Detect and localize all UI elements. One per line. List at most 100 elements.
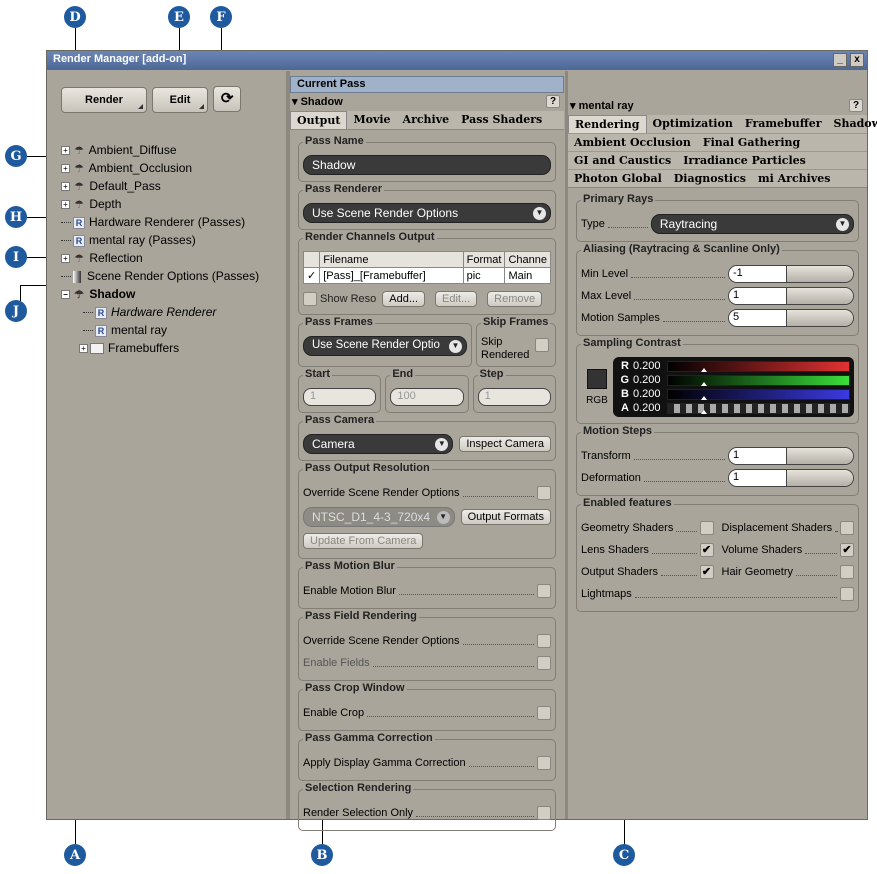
expand-icon[interactable]: + [61,254,70,264]
expand-icon[interactable]: + [61,164,70,174]
tree-item-hardware-renderer[interactable]: R Hardware Renderer [61,303,286,321]
pass-frames-select[interactable]: Use Scene Render Optio ▼ [303,336,467,356]
channel-value[interactable]: 0.200 [631,360,667,372]
expand-icon[interactable]: + [79,344,88,354]
channel-gradient[interactable] [667,360,850,372]
tab-shadows[interactable]: Shadows [828,115,877,133]
displacement-shaders-checkbox[interactable] [840,521,854,535]
tab-photon-global[interactable]: Photon Global [568,170,668,187]
minimize-button[interactable]: _ [833,53,847,67]
tree-item-hardware-renderer-passes[interactable]: R Hardware Renderer (Passes) [61,213,286,231]
tree-item-framebuffers[interactable]: + Framebuffers [61,339,286,357]
render-selection-checkbox[interactable] [537,806,551,820]
enable-fields-checkbox[interactable] [537,656,551,670]
tree-item-scene-render-options[interactable]: Scene Render Options (Passes) [61,267,286,285]
output-formats-button[interactable]: Output Formats [460,509,551,525]
min-level-slider[interactable]: -1 [728,265,854,283]
contrast-row-g[interactable]: G 0.200 [617,373,850,387]
tab-framebuffer[interactable]: Framebuffer [739,115,828,133]
end-input[interactable]: 100 [390,388,464,406]
tree-item-shadow[interactable]: − ☂ Shadow [61,285,286,303]
channel-value[interactable]: 0.200 [631,374,667,386]
max-level-slider[interactable]: 1 [728,287,854,305]
slider-value[interactable]: 1 [729,288,787,304]
remove-button[interactable]: Remove [487,291,543,307]
skip-rendered-checkbox[interactable] [535,338,549,352]
refresh-button[interactable]: ⟳ [213,86,242,112]
close-button[interactable]: x [850,53,864,67]
tree-item-depth[interactable]: + ☂ Depth [61,195,286,213]
channel-value[interactable]: 0.200 [631,388,667,400]
shadow-section-header[interactable]: ▾ Shadow? [290,93,564,111]
tab-output[interactable]: Output [290,111,348,129]
deformation-slider[interactable]: 1 [728,469,854,487]
step-input[interactable]: 1 [477,388,551,406]
pass-name-input[interactable]: Shadow [303,155,551,175]
collapse-icon[interactable]: − [61,290,70,300]
tab-diagnostics[interactable]: Diagnostics [668,170,752,187]
edit-channel-button[interactable]: Edit... [435,291,478,307]
lightmaps-checkbox[interactable] [840,587,854,601]
slider-value[interactable]: 1 [729,470,787,486]
channel-gradient[interactable] [667,374,850,386]
apply-gamma-checkbox[interactable] [537,756,551,770]
tab-rendering[interactable]: Rendering [568,115,647,133]
slider-value[interactable]: 1 [729,448,787,464]
resolution-select[interactable]: NTSC_D1_4-3_720x4 ▼ [303,507,455,527]
channel-value[interactable]: 0.200 [631,402,667,414]
channel-gradient[interactable] [667,402,850,414]
transform-slider[interactable]: 1 [728,447,854,465]
tree-item-ambient-occlusion[interactable]: + ☂ Ambient_Occlusion [61,159,286,177]
contrast-row-r[interactable]: R 0.200 [617,359,850,373]
tree-item-default-pass[interactable]: + ☂ Default_Pass [61,177,286,195]
expand-icon[interactable]: + [61,182,70,192]
mental-ray-section-header[interactable]: ▾ mental ray? [568,97,867,115]
tree-item-reflection[interactable]: + ☂ Reflection [61,249,286,267]
enable-crop-checkbox[interactable] [537,706,551,720]
tree-item-ambient-diffuse[interactable]: + ☂ Ambient_Diffuse [61,141,286,159]
output-shaders-checkbox[interactable]: ✔ [699,565,714,579]
pass-renderer-select[interactable]: Use Scene Render Options ▼ [303,203,551,223]
edit-button[interactable]: Edit [152,87,209,113]
hair-geometry-checkbox[interactable] [840,565,854,579]
tab-pass-shaders[interactable]: Pass Shaders [455,111,548,129]
expand-icon[interactable]: + [61,146,70,156]
tab-archive[interactable]: Archive [397,111,456,129]
contrast-row-a[interactable]: A 0.200 [617,401,850,415]
add-button[interactable]: Add... [382,291,426,307]
help-icon[interactable]: ? [849,99,863,112]
slider-marker-icon[interactable] [700,395,707,400]
help-icon[interactable]: ? [546,95,560,108]
show-reso-checkbox[interactable] [303,292,317,306]
slider-value[interactable]: 5 [729,310,787,326]
tab-mi-archives[interactable]: mi Archives [752,170,836,187]
tab-movie[interactable]: Movie [347,111,396,129]
slider-value[interactable]: -1 [729,266,787,282]
camera-select[interactable]: Camera ▼ [303,434,454,454]
start-input[interactable]: 1 [303,388,377,406]
slider-marker-icon[interactable] [700,381,707,386]
lens-shaders-checkbox[interactable]: ✔ [699,543,714,557]
volume-shaders-checkbox[interactable]: ✔ [840,543,854,557]
slider-marker-icon[interactable] [700,409,707,414]
color-swatch[interactable] [587,368,607,389]
tab-irradiance-particles[interactable]: Irradiance Particles [677,152,812,169]
table-row[interactable]: ✓ [Pass]_[Framebuffer] pic Main [302,267,551,284]
tab-gi-caustics[interactable]: GI and Caustics [568,152,677,169]
geometry-shaders-checkbox[interactable] [699,521,714,535]
channel-gradient[interactable] [667,388,850,400]
ray-type-select[interactable]: Raytracing ▼ [650,214,854,234]
expand-icon[interactable]: + [61,200,70,210]
row-check[interactable]: ✓ [302,267,321,284]
tree-item-mental-ray[interactable]: Rmental ray [61,321,286,339]
update-from-camera-button[interactable]: Update From Camera [303,533,424,549]
inspect-camera-button[interactable]: Inspect Camera [459,436,551,452]
motion-blur-checkbox[interactable] [537,584,551,598]
field-override-checkbox[interactable] [537,634,551,648]
contrast-row-b[interactable]: B 0.200 [617,387,850,401]
tab-ambient-occlusion[interactable]: Ambient Occlusion [568,134,697,151]
tree-item-mental-ray-passes[interactable]: Rmental ray (Passes) [61,231,286,249]
tab-final-gathering[interactable]: Final Gathering [697,134,806,151]
motion-samples-slider[interactable]: 5 [728,309,854,327]
tab-optimization[interactable]: Optimization [647,115,739,133]
